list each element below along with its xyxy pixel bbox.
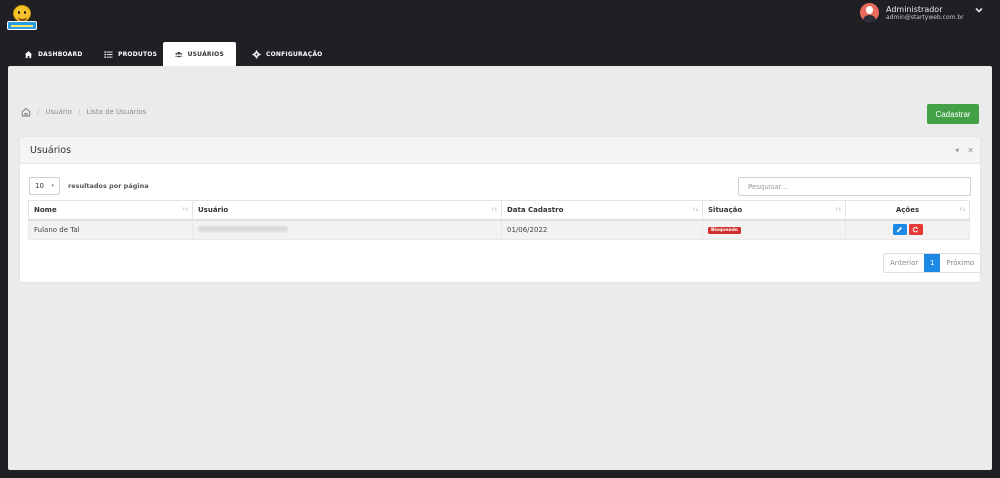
page-length-control: 10 ▾ resultados por página bbox=[29, 177, 149, 195]
table-row: Fulano de Tal 01/06/2022 Bloqueado bbox=[28, 219, 970, 240]
logo-banner bbox=[7, 21, 37, 30]
status-badge: Bloqueado bbox=[708, 227, 741, 235]
home-icon[interactable] bbox=[21, 107, 31, 117]
tab-produtos[interactable]: PRODUTOS bbox=[92, 42, 169, 66]
pencil-icon bbox=[896, 227, 902, 233]
breadcrumb: / Usuário / Lista de Usuários bbox=[21, 107, 146, 117]
cadastrar-button[interactable]: Cadastrar bbox=[927, 104, 979, 124]
main-content: / Usuário / Lista de Usuários Cadastrar … bbox=[8, 66, 992, 470]
redacted-email bbox=[198, 225, 288, 232]
home-icon bbox=[24, 50, 33, 58]
edit-button[interactable] bbox=[892, 224, 907, 236]
reset-button[interactable] bbox=[908, 224, 923, 236]
tab-usuarios[interactable]: USUÁRIOS bbox=[163, 42, 236, 66]
close-icon[interactable]: ✕ bbox=[967, 146, 974, 155]
sort-icon: ↑↓ bbox=[834, 207, 842, 213]
list-icon bbox=[104, 50, 113, 58]
tab-label: DASHBOARD bbox=[38, 50, 83, 58]
avatar bbox=[860, 3, 879, 22]
top-bar: Administrador admin@startyweb.com.br bbox=[0, 0, 1000, 42]
column-header-acoes[interactable]: Ações ↑↓ bbox=[845, 200, 970, 221]
user-name: Administrador bbox=[886, 5, 943, 14]
pagination-prev[interactable]: Anterior bbox=[884, 254, 924, 272]
pagination-next[interactable]: Próximo bbox=[940, 254, 980, 272]
refresh-icon bbox=[912, 227, 919, 233]
sort-icon: ↑↓ bbox=[490, 207, 498, 213]
pagination-page[interactable]: 1 bbox=[924, 254, 941, 272]
sort-icon: ↑↓ bbox=[181, 207, 189, 213]
search-input[interactable]: Pesquisar... bbox=[738, 177, 971, 196]
users-card: Usuários ▾ ✕ 10 ▾ resultados por página … bbox=[20, 137, 982, 282]
card-header: Usuários ▾ ✕ bbox=[20, 137, 980, 164]
column-header-data[interactable]: Data Cadastro ↑↓ bbox=[501, 200, 703, 221]
gear-icon bbox=[252, 49, 261, 59]
sort-icon: ↑↓ bbox=[691, 207, 699, 213]
breadcrumb-separator: / bbox=[37, 108, 40, 116]
cell-data: 01/06/2022 bbox=[501, 219, 703, 240]
breadcrumb-item[interactable]: Usuário bbox=[45, 108, 72, 116]
users-table: Nome ↑↓ Usuário ↑↓ Data Cadastro ↑↓ Situaçã… bbox=[28, 200, 970, 240]
column-header-usuario[interactable]: Usuário ↑↓ bbox=[192, 200, 502, 221]
page-length-select[interactable]: 10 ▾ bbox=[29, 177, 60, 195]
cell-nome: Fulano de Tal bbox=[28, 219, 193, 240]
tab-dashboard[interactable]: DASHBOARD bbox=[12, 42, 95, 66]
cell-usuario bbox=[192, 219, 502, 240]
column-header-nome[interactable]: Nome ↑↓ bbox=[28, 200, 193, 221]
caret-down-icon: ▾ bbox=[51, 183, 54, 189]
cell-acoes bbox=[845, 219, 970, 240]
card-title: Usuários bbox=[30, 145, 72, 156]
users-icon bbox=[175, 51, 183, 57]
user-email: admin@startyweb.com.br bbox=[886, 14, 964, 21]
breadcrumb-separator: / bbox=[77, 108, 81, 116]
app-logo[interactable] bbox=[7, 5, 37, 31]
tab-configuracao[interactable]: CONFIGURAÇÃO bbox=[240, 42, 334, 66]
breadcrumb-item: Lista de Usuários bbox=[86, 108, 147, 116]
page-length-label: resultados por página bbox=[68, 182, 149, 190]
cell-situacao: Bloqueado bbox=[702, 219, 846, 240]
tab-label: CONFIGURAÇÃO bbox=[266, 50, 323, 58]
page-length-value: 10 bbox=[35, 182, 44, 190]
smiley-logo-icon bbox=[13, 5, 31, 22]
pagination: Anterior 1 Próximo bbox=[883, 253, 982, 273]
column-header-situacao[interactable]: Situação ↑↓ bbox=[702, 200, 846, 221]
chevron-down-icon[interactable] bbox=[974, 5, 984, 15]
sort-icon: ↑↓ bbox=[958, 207, 966, 213]
tab-label: PRODUTOS bbox=[118, 50, 158, 58]
search-placeholder: Pesquisar... bbox=[748, 182, 788, 191]
card-tools: ▾ ✕ bbox=[955, 146, 974, 155]
user-menu[interactable]: Administrador admin@startyweb.com.br bbox=[860, 3, 1000, 25]
tab-label: USUÁRIOS bbox=[187, 50, 224, 58]
collapse-icon[interactable]: ▾ bbox=[955, 146, 959, 155]
